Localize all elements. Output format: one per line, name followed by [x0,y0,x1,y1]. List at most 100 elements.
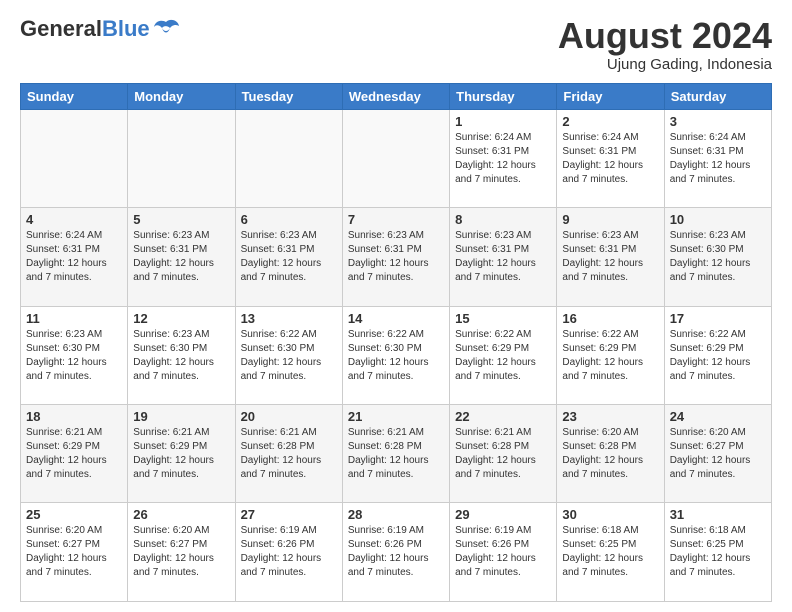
day-number: 10 [670,212,766,227]
day-info: Sunrise: 6:24 AM Sunset: 6:31 PM Dayligh… [455,131,551,187]
month-year: August 2024 [558,16,772,56]
calendar-cell: 24 Sunrise: 6:20 AM Sunset: 6:27 PM Dayli… [664,405,771,503]
day-info: Sunrise: 6:21 AM Sunset: 6:28 PM Dayligh… [348,426,444,482]
day-number: 5 [133,212,229,227]
calendar-cell: 30 Sunrise: 6:18 AM Sunset: 6:25 PM Dayli… [557,503,664,602]
day-info: Sunrise: 6:23 AM Sunset: 6:31 PM Dayligh… [562,229,658,285]
location: Ujung Gading, Indonesia [558,56,772,73]
calendar-cell: 8 Sunrise: 6:23 AM Sunset: 6:31 PM Daylig… [450,208,557,306]
calendar-cell: 27Sunrise: 6:19 AM Sunset: 6:26 PM Dayli… [235,503,342,602]
calendar-cell: 18Sunrise: 6:21 AM Sunset: 6:29 PM Dayli… [21,405,128,503]
day-info: Sunrise: 6:20 AM Sunset: 6:28 PM Dayligh… [562,426,658,482]
day-info: Sunrise: 6:21 AM Sunset: 6:29 PM Dayligh… [133,426,229,482]
day-info: Sunrise: 6:23 AM Sunset: 6:30 PM Dayligh… [670,229,766,285]
header: GeneralBlue August 2024 Ujung Gading, In… [20,16,772,73]
day-number: 1 [455,114,551,129]
day-number: 12 [133,311,229,326]
day-number: 29 [455,507,551,522]
day-number: 3 [670,114,766,129]
day-number: 11 [26,311,122,326]
logo: GeneralBlue [20,16,180,42]
logo-text: GeneralBlue [20,16,180,42]
calendar-cell: 3 Sunrise: 6:24 AM Sunset: 6:31 PM Daylig… [664,109,771,207]
day-number: 7 [348,212,444,227]
week-row-3: 11 Sunrise: 6:23 AM Sunset: 6:30 PM Dayli… [21,306,772,404]
day-number: 2 [562,114,658,129]
logo-general: General [20,16,102,42]
day-info: Sunrise: 6:24 AM Sunset: 6:31 PM Dayligh… [670,131,766,187]
logo-blue: Blue [102,16,150,42]
calendar-cell: 29Sunrise: 6:19 AM Sunset: 6:26 PM Dayli… [450,503,557,602]
calendar-cell: 26Sunrise: 6:20 AM Sunset: 6:27 PM Dayli… [128,503,235,602]
day-info: Sunrise: 6:24 AM Sunset: 6:31 PM Dayligh… [26,229,122,285]
calendar-cell: 4 Sunrise: 6:24 AM Sunset: 6:31 PM Daylig… [21,208,128,306]
day-number: 25 [26,507,122,522]
day-number: 28 [348,507,444,522]
calendar-cell [128,109,235,207]
day-number: 16 [562,311,658,326]
day-number: 27 [241,507,337,522]
day-number: 9 [562,212,658,227]
day-info: Sunrise: 6:22 AM Sunset: 6:29 PM Dayligh… [455,328,551,384]
calendar-cell: 10 Sunrise: 6:23 AM Sunset: 6:30 PM Dayli… [664,208,771,306]
title-block: August 2024 Ujung Gading, Indonesia [558,16,772,73]
col-wednesday: Wednesday [342,83,449,109]
day-info: Sunrise: 6:23 AM Sunset: 6:31 PM Dayligh… [241,229,337,285]
day-info: Sunrise: 6:20 AM Sunset: 6:27 PM Dayligh… [670,426,766,482]
col-sunday: Sunday [21,83,128,109]
calendar-cell: 9 Sunrise: 6:23 AM Sunset: 6:31 PM Daylig… [557,208,664,306]
calendar-cell: 15Sunrise: 6:22 AM Sunset: 6:29 PM Dayli… [450,306,557,404]
day-info: Sunrise: 6:19 AM Sunset: 6:26 PM Dayligh… [348,524,444,580]
calendar-cell [342,109,449,207]
calendar-cell: 25Sunrise: 6:20 AM Sunset: 6:27 PM Dayli… [21,503,128,602]
day-info: Sunrise: 6:24 AM Sunset: 6:31 PM Dayligh… [562,131,658,187]
day-info: Sunrise: 6:22 AM Sunset: 6:29 PM Dayligh… [670,328,766,384]
day-number: 22 [455,409,551,424]
calendar-cell: 31Sunrise: 6:18 AM Sunset: 6:25 PM Dayli… [664,503,771,602]
calendar-cell: 13Sunrise: 6:22 AM Sunset: 6:30 PM Dayli… [235,306,342,404]
col-monday: Monday [128,83,235,109]
calendar-cell: 20 Sunrise: 6:21 AM Sunset: 6:28 PM Dayli… [235,405,342,503]
calendar-cell: 28 Sunrise: 6:19 AM Sunset: 6:26 PM Dayli… [342,503,449,602]
calendar-cell: 2 Sunrise: 6:24 AM Sunset: 6:31 PM Daylig… [557,109,664,207]
day-number: 6 [241,212,337,227]
day-info: Sunrise: 6:18 AM Sunset: 6:25 PM Dayligh… [562,524,658,580]
calendar-cell: 19 Sunrise: 6:21 AM Sunset: 6:29 PM Dayli… [128,405,235,503]
col-tuesday: Tuesday [235,83,342,109]
day-info: Sunrise: 6:23 AM Sunset: 6:30 PM Dayligh… [133,328,229,384]
day-info: Sunrise: 6:23 AM Sunset: 6:31 PM Dayligh… [348,229,444,285]
day-info: Sunrise: 6:23 AM Sunset: 6:31 PM Dayligh… [455,229,551,285]
week-row-2: 4 Sunrise: 6:24 AM Sunset: 6:31 PM Daylig… [21,208,772,306]
day-number: 24 [670,409,766,424]
day-info: Sunrise: 6:22 AM Sunset: 6:29 PM Dayligh… [562,328,658,384]
day-number: 23 [562,409,658,424]
day-info: Sunrise: 6:21 AM Sunset: 6:28 PM Dayligh… [455,426,551,482]
week-row-1: 1 Sunrise: 6:24 AM Sunset: 6:31 PM Daylig… [21,109,772,207]
day-number: 8 [455,212,551,227]
calendar-cell [21,109,128,207]
calendar-table: Sunday Monday Tuesday Wednesday Thursday… [20,83,772,602]
col-friday: Friday [557,83,664,109]
day-info: Sunrise: 6:18 AM Sunset: 6:25 PM Dayligh… [670,524,766,580]
day-number: 19 [133,409,229,424]
day-number: 26 [133,507,229,522]
day-info: Sunrise: 6:23 AM Sunset: 6:30 PM Dayligh… [26,328,122,384]
calendar-cell: 22 Sunrise: 6:21 AM Sunset: 6:28 PM Dayli… [450,405,557,503]
day-number: 20 [241,409,337,424]
calendar-cell: 1 Sunrise: 6:24 AM Sunset: 6:31 PM Daylig… [450,109,557,207]
calendar-cell: 7 Sunrise: 6:23 AM Sunset: 6:31 PM Daylig… [342,208,449,306]
calendar-cell: 23 Sunrise: 6:20 AM Sunset: 6:28 PM Dayli… [557,405,664,503]
calendar-cell: 21 Sunrise: 6:21 AM Sunset: 6:28 PM Dayli… [342,405,449,503]
day-number: 17 [670,311,766,326]
week-row-5: 25Sunrise: 6:20 AM Sunset: 6:27 PM Dayli… [21,503,772,602]
day-number: 18 [26,409,122,424]
calendar-cell: 14Sunrise: 6:22 AM Sunset: 6:30 PM Dayli… [342,306,449,404]
calendar-cell: 6 Sunrise: 6:23 AM Sunset: 6:31 PM Daylig… [235,208,342,306]
day-info: Sunrise: 6:21 AM Sunset: 6:28 PM Dayligh… [241,426,337,482]
logo-bird-icon [152,18,180,40]
calendar-cell: 11 Sunrise: 6:23 AM Sunset: 6:30 PM Dayli… [21,306,128,404]
day-number: 21 [348,409,444,424]
day-number: 4 [26,212,122,227]
day-info: Sunrise: 6:23 AM Sunset: 6:31 PM Dayligh… [133,229,229,285]
day-number: 30 [562,507,658,522]
